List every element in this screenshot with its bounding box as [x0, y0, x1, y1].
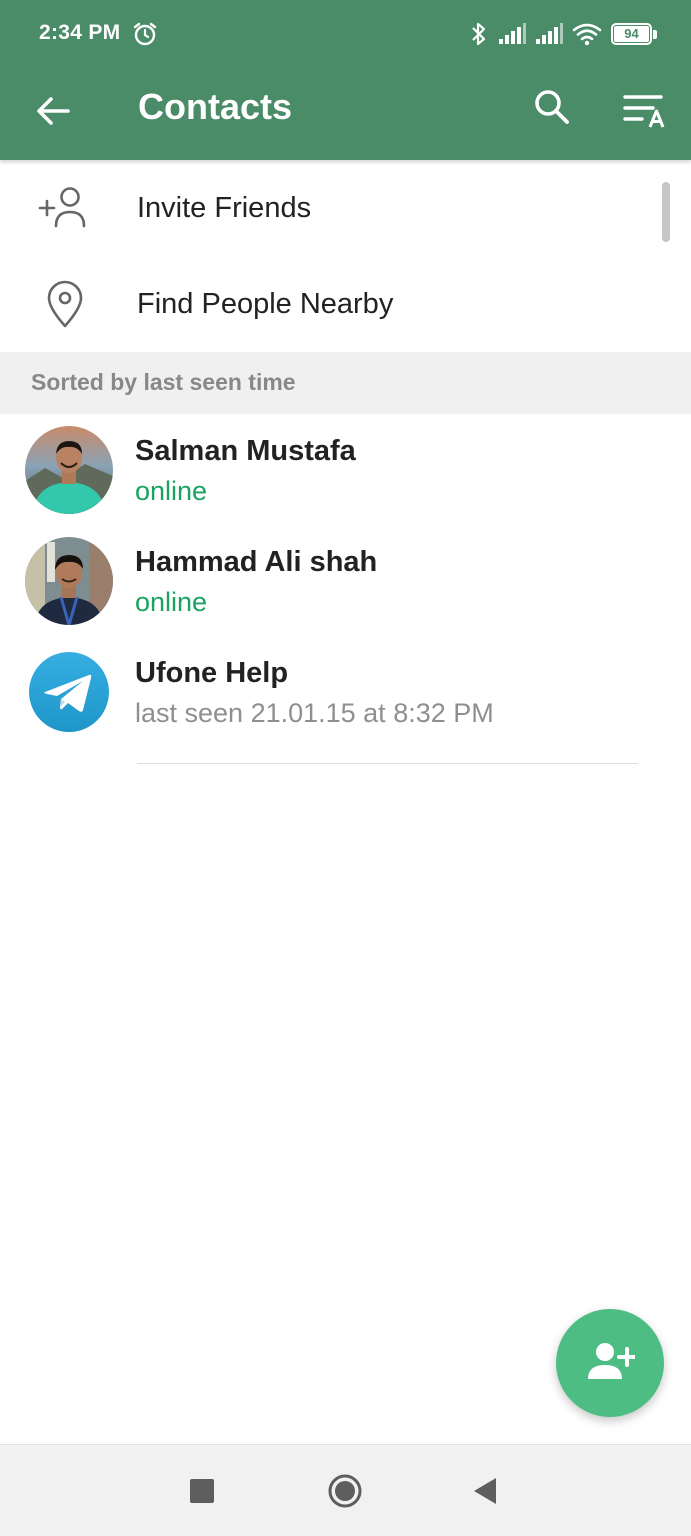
location-pin-icon	[47, 280, 83, 328]
divider	[137, 763, 638, 764]
sort-icon[interactable]	[620, 86, 670, 132]
wifi-icon	[572, 23, 602, 46]
contact-row[interactable]: Hammad Ali shah online	[0, 525, 691, 636]
status-icons: 94	[469, 20, 657, 48]
find-people-nearby-row[interactable]: Find People Nearby	[0, 256, 691, 352]
avatar	[25, 537, 113, 625]
contact-row[interactable]: Ufone Help last seen 21.01.15 at 8:32 PM	[0, 636, 691, 747]
contact-status: online	[135, 476, 208, 506]
toolbar: Contacts	[0, 68, 691, 160]
add-person-icon	[38, 187, 86, 228]
status-time: 2:34 PM	[39, 21, 121, 44]
navigation-bar	[0, 1444, 691, 1536]
status-bar: 2:34 PM 94	[0, 0, 691, 68]
signal-icon	[499, 23, 526, 44]
bluetooth-icon	[472, 22, 486, 46]
alarm-icon	[133, 22, 157, 46]
contact-name: Ufone Help	[135, 657, 289, 689]
contact-status: last seen 21.01.15 at 8:32 PM	[135, 698, 494, 728]
app-bar: 2:34 PM 94 Contacts	[0, 0, 691, 160]
recents-icon[interactable]	[184, 1473, 220, 1509]
avatar	[25, 648, 113, 736]
contact-name: Salman Mustafa	[135, 435, 356, 467]
avatar	[25, 426, 113, 514]
section-header-label: Sorted by last seen time	[31, 369, 296, 395]
invite-friends-label: Invite Friends	[137, 192, 312, 224]
scrollbar[interactable]	[662, 182, 670, 242]
contact-status: online	[135, 587, 208, 617]
find-people-nearby-label: Find People Nearby	[137, 288, 394, 320]
invite-friends-row[interactable]: Invite Friends	[0, 160, 691, 256]
contact-name: Hammad Ali shah	[135, 546, 378, 578]
back-icon[interactable]	[468, 1473, 504, 1509]
signal-icon	[536, 23, 563, 44]
contact-row[interactable]: Salman Mustafa online	[0, 414, 691, 525]
battery-level: 94	[614, 26, 649, 42]
add-contact-button[interactable]	[556, 1309, 664, 1417]
add-person-icon	[588, 1343, 635, 1379]
back-arrow-icon[interactable]	[30, 88, 76, 134]
section-header: Sorted by last seen time	[0, 352, 691, 414]
search-icon[interactable]	[529, 84, 575, 130]
page-title: Contacts	[138, 86, 293, 127]
battery-icon: 94	[611, 22, 657, 46]
home-icon[interactable]	[327, 1473, 363, 1509]
